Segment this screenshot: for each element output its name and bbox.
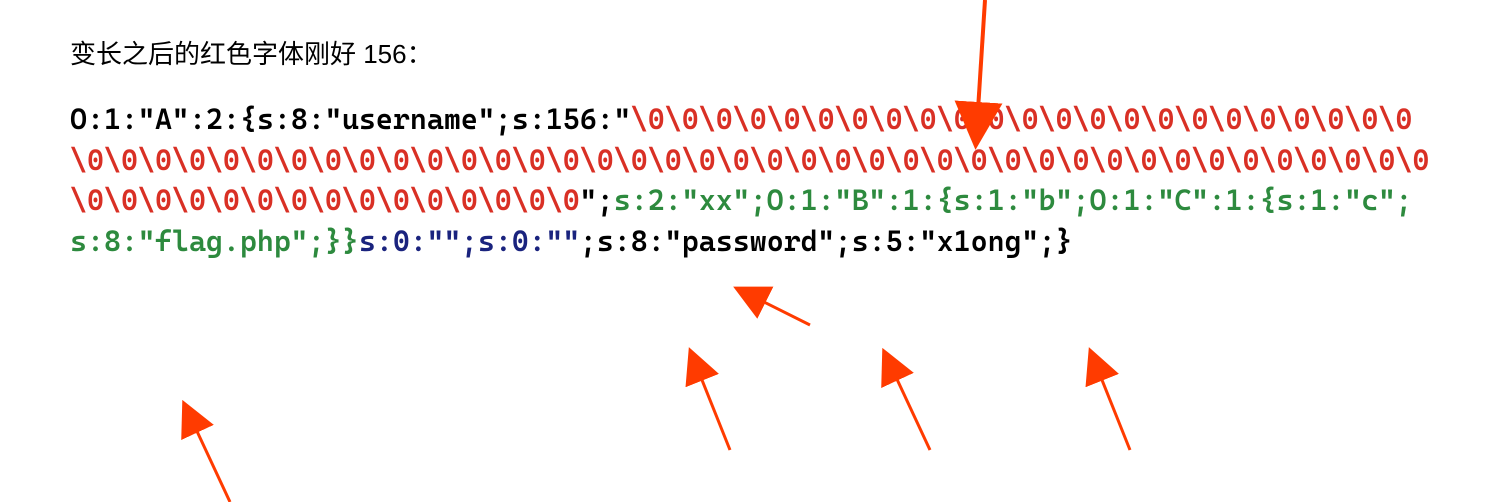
code-seg-black-2: ";	[580, 183, 614, 217]
code-seg-navy: s:0:"";s:0:""	[359, 224, 580, 258]
code-seg-black-1: O:1:"A":2:{s:8:"username";s:156:"	[70, 102, 631, 136]
code-seg-black-3: ;s:8:"password";s:5:"x1ong";}	[580, 224, 1073, 258]
serialized-code-block: O:1:"A":2:{s:8:"username";s:156:"\0\0\0\…	[70, 99, 1440, 261]
heading-text: 变长之后的红色字体刚好 156：	[70, 34, 1440, 71]
